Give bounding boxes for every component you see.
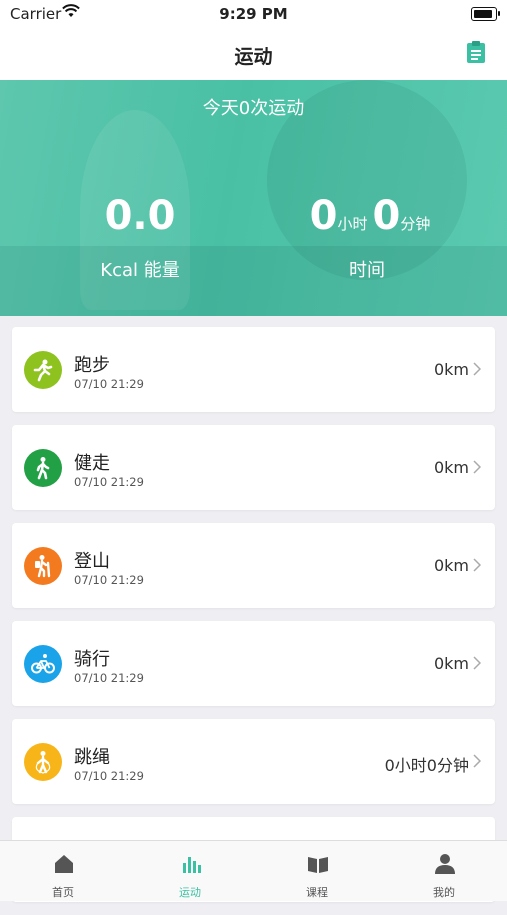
person-icon — [435, 854, 455, 874]
tab-mine[interactable]: 我的 — [381, 841, 507, 901]
chevron-right-icon — [473, 362, 481, 376]
tab-label: 运动 — [179, 886, 201, 899]
nav-bar: 运动 — [0, 28, 507, 80]
activity-name: 跳绳 — [74, 747, 110, 768]
status-time: 9:29 PM — [219, 5, 288, 23]
time-label: 时间 — [349, 260, 385, 281]
tab-bar: 首页 运动 课程 我的 — [0, 840, 507, 901]
activity-value: 0小时0分钟 — [384, 756, 469, 775]
hours-value: 0 — [309, 193, 338, 239]
activity-value: 0km — [433, 556, 469, 575]
tab-label: 课程 — [306, 886, 328, 899]
chevron-right-icon — [473, 656, 481, 670]
activity-card-walking[interactable]: 健走 07/10 21:29 0km — [12, 425, 495, 510]
activity-value: 0km — [433, 458, 469, 477]
energy-value: 0.0 — [104, 193, 176, 239]
jump-rope-icon — [24, 743, 62, 781]
activity-card-hiking[interactable]: 登山 07/10 21:29 0km — [12, 523, 495, 608]
energy-stat: 0.0 — [90, 192, 190, 240]
chevron-right-icon — [473, 460, 481, 474]
battery-fill — [474, 10, 492, 18]
activity-name: 登山 — [74, 551, 110, 572]
clipboard-icon[interactable] — [465, 40, 487, 64]
activity-name: 骑行 — [74, 649, 110, 670]
activity-name: 健走 — [74, 453, 110, 474]
time-stat: 0小时 0分钟 — [290, 192, 450, 240]
activity-card-cycling[interactable]: 骑行 07/10 21:29 0km — [12, 621, 495, 706]
activity-date: 07/10 21:29 — [74, 573, 144, 587]
activity-value: 0km — [433, 360, 469, 379]
minutes-value: 0 — [372, 193, 401, 239]
energy-label: Kcal 能量 — [100, 260, 180, 281]
activity-date: 07/10 21:29 — [74, 475, 144, 489]
activity-value: 0km — [433, 654, 469, 673]
chevron-right-icon — [473, 754, 481, 768]
chevron-right-icon — [473, 558, 481, 572]
bar-chart-icon — [183, 857, 201, 873]
minutes-unit: 分钟 — [400, 215, 431, 233]
activity-date: 07/10 21:29 — [74, 671, 144, 685]
tab-home[interactable]: 首页 — [0, 841, 126, 901]
activity-card-running[interactable]: 跑步 07/10 21:29 0km — [12, 327, 495, 412]
today-count: 今天0次运动 — [202, 98, 305, 119]
activity-name: 跑步 — [74, 355, 110, 376]
tab-sport[interactable]: 运动 — [127, 841, 253, 901]
tab-label: 首页 — [52, 886, 74, 899]
summary-banner: 今天0次运动 0.0 0小时 0分钟 Kcal 能量 时间 — [0, 80, 507, 316]
activity-date: 07/10 21:29 — [74, 769, 144, 783]
page-title: 运动 — [234, 46, 273, 68]
hiking-icon — [24, 547, 62, 585]
book-icon — [308, 857, 328, 873]
cycling-icon — [24, 645, 62, 683]
battery-icon — [471, 7, 500, 21]
tab-label: 我的 — [433, 886, 455, 899]
status-bar: Carrier 9:29 PM — [0, 0, 507, 28]
activity-list: 跑步 07/10 21:29 0km 健走 07/10 21:29 0km 登山… — [12, 327, 495, 915]
walking-icon — [24, 449, 62, 487]
running-icon — [24, 351, 62, 389]
home-icon — [55, 855, 73, 873]
activity-date: 07/10 21:29 — [74, 377, 144, 391]
hours-unit: 小时 — [337, 215, 368, 233]
tab-courses[interactable]: 课程 — [254, 841, 380, 901]
activity-card-jump-rope[interactable]: 跳绳 07/10 21:29 0小时0分钟 — [12, 719, 495, 804]
